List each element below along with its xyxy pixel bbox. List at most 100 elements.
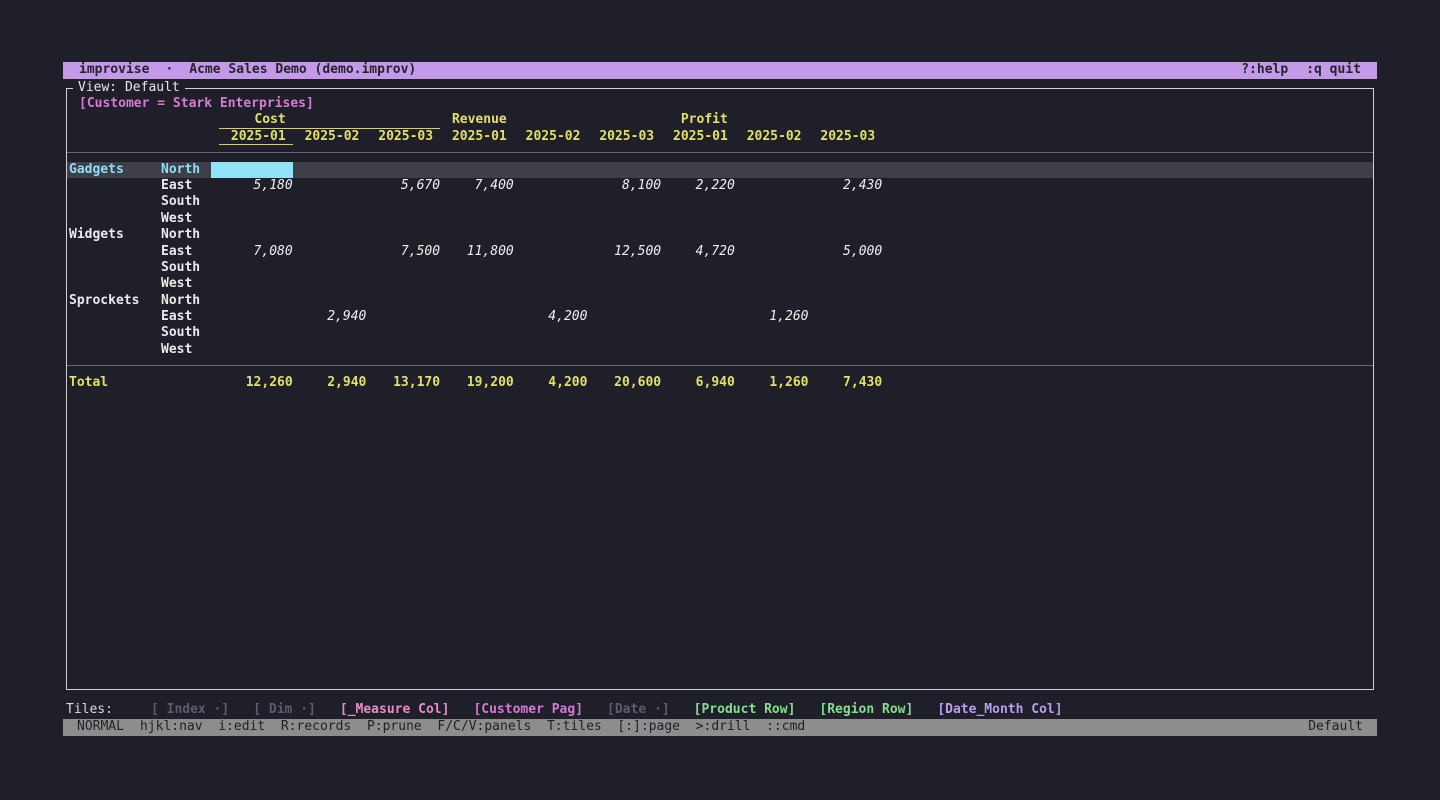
data-cell[interactable] <box>809 227 883 243</box>
data-cell[interactable] <box>661 293 735 309</box>
data-cell[interactable]: 1,260 <box>735 309 809 325</box>
data-cell[interactable] <box>809 194 883 210</box>
data-cell[interactable]: 5,670 <box>366 178 440 194</box>
tile-product-row[interactable]: [Product Row] <box>694 702 796 718</box>
data-cell[interactable] <box>809 342 883 358</box>
data-cell[interactable] <box>587 227 661 243</box>
data-cell[interactable] <box>809 162 883 178</box>
data-cell[interactable] <box>440 325 514 341</box>
data-cell[interactable] <box>366 276 440 292</box>
data-cell[interactable] <box>293 325 367 341</box>
data-cell[interactable] <box>514 194 588 210</box>
data-cell[interactable] <box>809 325 883 341</box>
data-cell[interactable] <box>735 194 809 210</box>
data-cell[interactable]: 7,080 <box>219 244 293 260</box>
data-cell[interactable] <box>366 211 440 227</box>
table-row[interactable]: East 7,080 7,500 11,800 12,500 4,720 5,0… <box>69 244 1373 260</box>
data-cell[interactable] <box>735 227 809 243</box>
data-cell[interactable]: 4,200 <box>514 309 588 325</box>
group-header-revenue[interactable]: Revenue <box>440 112 514 128</box>
data-cell[interactable] <box>219 276 293 292</box>
column-header[interactable]: 2025-02 <box>293 129 367 145</box>
data-cell[interactable] <box>735 178 809 194</box>
tile-measure-col[interactable]: [_Measure Col] <box>340 702 450 718</box>
data-cell[interactable] <box>440 342 514 358</box>
tile-dim[interactable]: [ Dim ·] <box>253 702 316 718</box>
data-cell[interactable] <box>366 309 440 325</box>
data-cell[interactable] <box>293 211 367 227</box>
column-header[interactable]: 2025-01 <box>440 129 514 145</box>
column-header[interactable]: 2025-01 <box>661 129 735 145</box>
column-header[interactable]: 2025-03 <box>587 129 661 145</box>
table-row[interactable]: West <box>69 276 1373 292</box>
data-cell[interactable] <box>809 276 883 292</box>
data-cell[interactable] <box>219 227 293 243</box>
data-cell[interactable] <box>366 162 440 178</box>
data-cell[interactable]: 2,940 <box>293 309 367 325</box>
table-row[interactable]: Sprockets North <box>69 293 1373 309</box>
data-cell[interactable] <box>514 276 588 292</box>
data-cell[interactable] <box>514 162 588 178</box>
data-cell[interactable] <box>440 276 514 292</box>
data-cell[interactable] <box>293 194 367 210</box>
data-cell[interactable] <box>661 276 735 292</box>
group-header-cost[interactable]: Cost <box>219 112 293 128</box>
data-cell[interactable] <box>809 211 883 227</box>
data-cell[interactable] <box>440 309 514 325</box>
column-header[interactable]: 2025-02 <box>735 129 809 145</box>
column-header[interactable]: 2025-02 <box>514 129 588 145</box>
data-cell[interactable] <box>735 342 809 358</box>
data-cell[interactable] <box>587 325 661 341</box>
data-cell[interactable] <box>440 260 514 276</box>
column-header-selected[interactable]: 2025-01 <box>219 129 293 145</box>
table-row[interactable]: West <box>69 211 1373 227</box>
data-cell[interactable] <box>366 342 440 358</box>
data-cell[interactable] <box>514 227 588 243</box>
data-cell[interactable] <box>514 260 588 276</box>
data-cell[interactable]: 5,000 <box>809 244 883 260</box>
data-cell[interactable] <box>293 260 367 276</box>
data-cell[interactable] <box>293 227 367 243</box>
data-cell[interactable] <box>440 194 514 210</box>
table-row[interactable]: South <box>69 194 1373 210</box>
data-cell[interactable] <box>440 211 514 227</box>
data-cell[interactable] <box>440 227 514 243</box>
data-cell[interactable] <box>661 342 735 358</box>
data-cell[interactable] <box>366 293 440 309</box>
data-cell[interactable] <box>219 342 293 358</box>
tile-region-row[interactable]: [Region Row] <box>819 702 913 718</box>
data-cell[interactable] <box>587 342 661 358</box>
data-cell[interactable]: 5,180 <box>219 178 293 194</box>
data-cell[interactable] <box>587 276 661 292</box>
column-header[interactable]: 2025-03 <box>366 129 440 145</box>
data-cell[interactable] <box>809 293 883 309</box>
data-cell[interactable] <box>735 211 809 227</box>
data-cell[interactable] <box>219 194 293 210</box>
group-header-profit[interactable]: Profit <box>661 112 735 128</box>
table-row[interactable]: South <box>69 260 1373 276</box>
filter-badge[interactable]: [Customer = Stark Enterprises] <box>69 96 1373 112</box>
data-cell[interactable] <box>661 309 735 325</box>
data-cell[interactable] <box>514 293 588 309</box>
table-row-selected[interactable]: Gadgets North <box>67 162 1373 178</box>
data-cell[interactable] <box>293 244 367 260</box>
data-cell[interactable] <box>514 342 588 358</box>
data-cell[interactable]: 12,500 <box>587 244 661 260</box>
data-cell[interactable] <box>587 309 661 325</box>
data-cell[interactable] <box>293 342 367 358</box>
data-cell[interactable] <box>514 211 588 227</box>
data-cell[interactable] <box>366 325 440 341</box>
data-cell[interactable]: 11,800 <box>440 244 514 260</box>
data-cell[interactable] <box>293 293 367 309</box>
data-cell[interactable] <box>735 162 809 178</box>
data-cell[interactable] <box>219 325 293 341</box>
data-cell[interactable] <box>661 211 735 227</box>
data-cell[interactable] <box>587 211 661 227</box>
table-row[interactable]: South <box>69 325 1373 341</box>
data-cell[interactable] <box>219 309 293 325</box>
data-cell[interactable] <box>735 325 809 341</box>
table-row[interactable]: West <box>69 342 1373 358</box>
data-cell-selected[interactable] <box>211 162 293 178</box>
tile-date[interactable]: [Date ·] <box>607 702 670 718</box>
data-cell[interactable] <box>587 293 661 309</box>
